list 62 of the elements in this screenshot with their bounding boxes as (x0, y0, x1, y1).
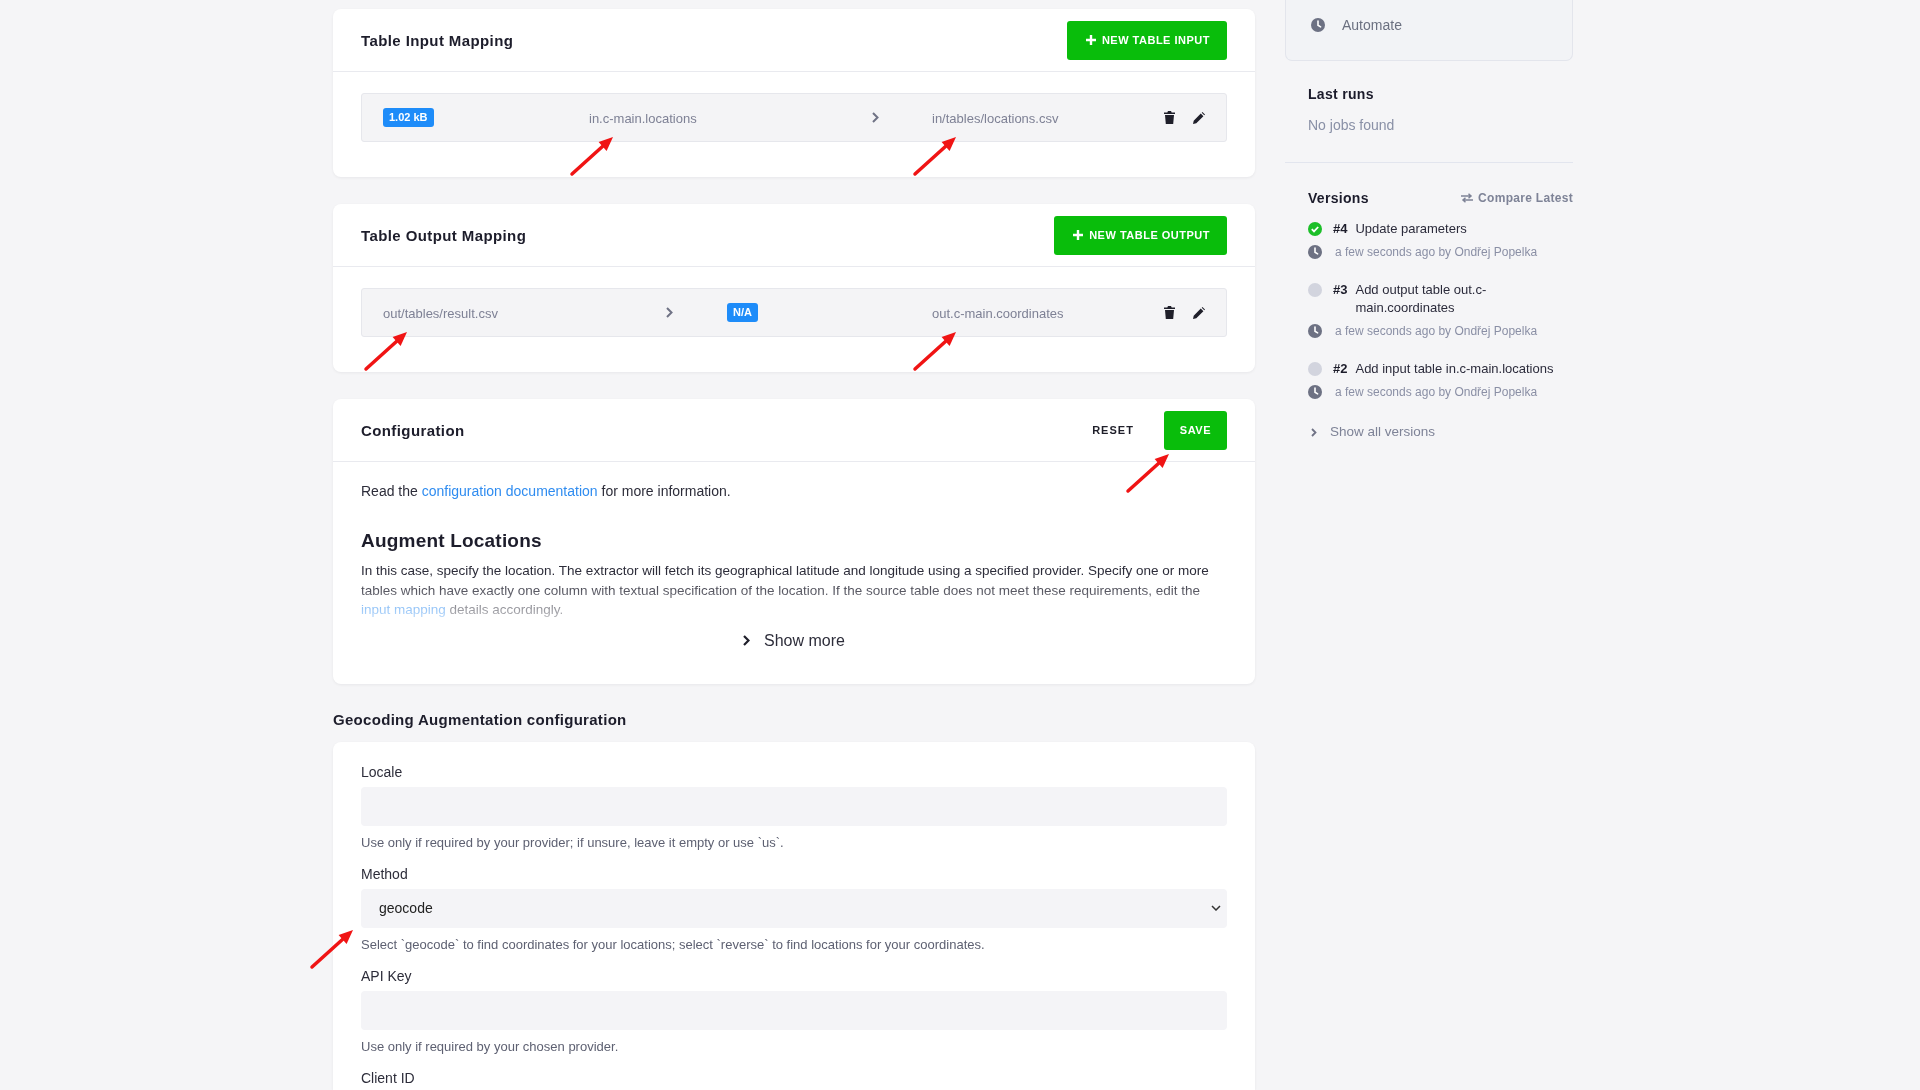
size-badge: N/A (727, 303, 758, 322)
version-meta: a few seconds ago by Ondřej Popelka (1335, 323, 1538, 340)
version-title[interactable]: Update parameters (1355, 220, 1467, 238)
section-heading: Augment Locations (361, 529, 543, 553)
chevron-right-icon (743, 635, 751, 646)
clock-icon (1308, 245, 1322, 259)
trash-icon (1164, 111, 1175, 124)
chevron-right-icon (872, 112, 879, 123)
new-table-button[interactable]: NEW TABLE OUTPUT (1054, 215, 1227, 255)
intro-text: Read the configuration documentation for more information. (361, 482, 732, 501)
clock-icon (1311, 18, 1325, 32)
description-text: In this case, specify the location. The extractor will fetch its geographical latitude and longitude using a specified provider. Specify one or more tables which have exactly one column with textual specification of the location. If the source table does not meet these requirements, edit the input mapping details accordingly. (361, 562, 1210, 619)
version-meta: a few seconds ago by Ondřej Popelka (1335, 244, 1538, 261)
version-title[interactable]: Add output table out.c-main.coordinates (1355, 281, 1573, 317)
plus-icon (1073, 230, 1084, 240)
mapping-destination: in/tables/locations.csv (932, 110, 1059, 126)
card-title: Table Input Mapping (361, 31, 514, 49)
pencil-icon (1193, 306, 1205, 319)
plus-icon (1085, 35, 1096, 45)
field-label: Locale (361, 762, 404, 781)
clock-icon (1308, 385, 1322, 399)
help-text: Use only if required by your chosen provider. (361, 1037, 620, 1055)
field-label: API Key (361, 966, 413, 985)
swap-arrows-icon (1461, 193, 1474, 203)
version-number: #3 (1333, 281, 1348, 299)
trash-icon (1164, 306, 1175, 319)
mapping-source: out/tables/result.csv (383, 305, 498, 321)
version-number: #2 (1333, 360, 1348, 378)
pencil-icon (1193, 111, 1205, 124)
documentation-link[interactable]: configuration documentation (421, 483, 598, 499)
automate-link[interactable]: Automate (1311, 16, 1402, 34)
mapping-source: in.c-main.locations (589, 110, 697, 126)
edit-button[interactable] (1193, 111, 1205, 124)
card-title: Table Output Mapping (361, 226, 527, 244)
section-title: Geocoding Augmentation configuration (333, 710, 628, 729)
delete-button[interactable] (1164, 111, 1175, 124)
chevron-down-icon (1211, 905, 1221, 911)
empty-message: No jobs found (1308, 116, 1396, 134)
edit-button[interactable] (1193, 306, 1205, 319)
compare-link[interactable]: Compare Latest (1461, 189, 1573, 207)
show-all-versions-link[interactable]: Show all versions (1308, 423, 1436, 441)
mapping-destination: out.c-main.coordinates (932, 305, 1064, 321)
chevron-right-icon (1311, 427, 1317, 437)
field-label: Method (361, 864, 409, 883)
section-title: Versions (1308, 189, 1369, 207)
section-title: Last runs (1308, 85, 1375, 103)
clock-icon (1308, 324, 1322, 338)
new-table-button[interactable]: NEW TABLE INPUT (1066, 20, 1227, 60)
card-title: Configuration (361, 421, 465, 439)
size-badge: 1.02 kB (383, 108, 434, 127)
show-more-button[interactable]: Show more (743, 630, 845, 651)
save-button[interactable]: SAVE (1163, 410, 1227, 450)
delete-button[interactable] (1164, 306, 1175, 319)
reset-button[interactable]: RESET (1092, 424, 1134, 436)
version-meta: a few seconds ago by Ondřej Popelka (1335, 384, 1538, 401)
field-label: Client ID (361, 1068, 416, 1087)
help-text: Use only if required by your provider; if unsure, leave it empty or use `us`. (361, 833, 785, 851)
chevron-right-icon (666, 307, 673, 318)
version-title[interactable]: Add input table in.c-main.locations (1355, 360, 1554, 378)
version-number: #4 (1333, 220, 1348, 238)
method-select[interactable]: geocode (361, 888, 1227, 928)
help-text: Select `geocode` to find coordinates for your locations; select `reverse` to find locations for your coordinates. (361, 935, 986, 953)
